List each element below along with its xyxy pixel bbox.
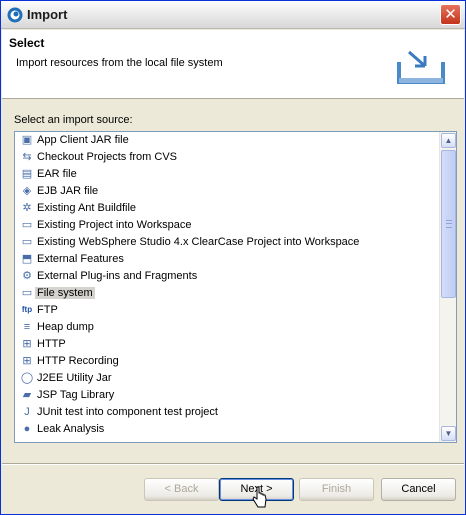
ant-icon: ✲ [22,202,32,214]
tree-item-label: JSP Tag Library [37,389,115,401]
import-dialog: Import ✕ Select Import resources from th… [0,0,466,515]
import-tray-icon [397,50,445,84]
clearcase-icon: ▭ [21,236,33,248]
recording-icon: ⊞ [22,355,32,367]
tree-item[interactable]: ▭ File system [15,285,439,302]
tree-item-label: JUnit test into component test project [37,406,218,418]
jar-icon: ▣ [21,134,33,146]
tree-item[interactable]: ▣ App Client JAR file [15,132,439,149]
folder-icon: ▭ [21,287,33,299]
tree-item-label: HTTP [37,338,66,350]
tree-item[interactable]: ▭ Existing WebSphere Studio 4.x ClearCase… [15,234,439,251]
tree-item-label: EJB JAR file [37,185,99,197]
vertical-scrollbar[interactable]: ▲ ▼ [439,132,456,442]
tree-item[interactable]: ▰ JSP Tag Library [15,387,439,404]
cvs-icon: ⇆ [22,151,32,163]
title-bar[interactable]: Import ✕ [1,1,465,29]
tree-item-label: Existing Project into Workspace [37,219,192,231]
tree-item[interactable]: ▭ Existing Project into Workspace [15,217,439,234]
scrollbar-thumb[interactable] [441,150,456,298]
import-source-label: Select an import source: [14,114,133,126]
junit-icon: J [24,406,30,418]
tree-item-label: FTP [37,304,58,316]
feature-icon: ⬒ [21,253,33,265]
tree-item[interactable]: ⊞ HTTP Recording [15,353,439,370]
scroll-up-button[interactable]: ▲ [441,133,456,148]
ejb-icon: ◈ [22,185,32,197]
tree-item[interactable]: ● Leak Analysis [15,421,439,438]
tree-item-label: File system [35,287,95,299]
tree-item-label: External Plug-ins and Fragments [37,270,198,282]
tree-item-label: EAR file [37,168,77,180]
page-title: Select [9,36,45,50]
mouse-cursor-icon [252,486,267,508]
wizard-body: Select an import source: ▣ App Client JAR… [2,100,464,464]
tree-item[interactable]: J JUnit test into component test project [15,404,439,421]
scroll-down-button[interactable]: ▼ [441,426,456,441]
cancel-button[interactable]: Cancel [381,478,456,501]
tree-item-label: Heap dump [37,321,94,333]
close-icon: ✕ [444,6,457,23]
eclipse-icon [7,7,23,23]
tree-item[interactable]: ⚙ External Plug-ins and Fragments [15,268,439,285]
tree-item-label: External Features [37,253,124,265]
grip-icon [446,220,452,228]
tree-item[interactable]: ▤ EAR file [15,166,439,183]
tree-item[interactable]: ⇆ Checkout Projects from CVS [15,149,439,166]
tree-item[interactable]: ⊞ HTTP [15,336,439,353]
plugin-icon: ⚙ [22,270,32,282]
http-icon: ⊞ [22,338,32,350]
tree-item[interactable]: ◈ EJB JAR file [15,183,439,200]
finish-button[interactable]: Finish [299,478,374,501]
tree-item[interactable]: ftp FTP [15,302,439,319]
tree-item[interactable]: ◯ J2EE Utility Jar [15,370,439,387]
ear-icon: ▤ [21,168,33,180]
utility-jar-icon: ◯ [20,372,34,384]
window-title: Import [27,7,68,22]
heap-icon: ≡ [23,321,31,333]
tree-item-label: App Client JAR file [37,134,129,146]
tree-item-label: Leak Analysis [37,423,105,435]
page-description: Import resources from the local file sys… [16,57,223,69]
tree-item[interactable]: ✲ Existing Ant Buildfile [15,200,439,217]
chevron-down-icon: ▼ [444,429,453,438]
taglib-icon: ▰ [22,389,32,401]
tree-item[interactable]: ⬒ External Features [15,251,439,268]
project-icon: ▭ [21,219,33,231]
tree-item[interactable]: ≡ Heap dump [15,319,439,336]
chevron-up-icon: ▲ [444,136,453,145]
close-button[interactable]: ✕ [440,4,461,25]
drop-icon: ● [23,423,31,435]
tree-item-label: Existing Ant Buildfile [37,202,137,214]
tree-items: ▣ App Client JAR file ⇆ Checkout Projects f… [15,132,439,442]
tree-item-label: J2EE Utility Jar [37,372,112,384]
back-button[interactable]: < Back [144,478,219,501]
ftp-icon: ftp [21,305,33,314]
separator [2,463,464,465]
tree-item-label: HTTP Recording [37,355,119,367]
tree-item-label: Existing WebSphere Studio 4.x ClearCase … [37,236,360,248]
tree-item-label: Checkout Projects from CVS [37,151,177,163]
import-source-tree[interactable]: ▣ App Client JAR file ⇆ Checkout Projects f… [14,131,457,443]
wizard-header: Select Import resources from the local f… [2,30,464,99]
